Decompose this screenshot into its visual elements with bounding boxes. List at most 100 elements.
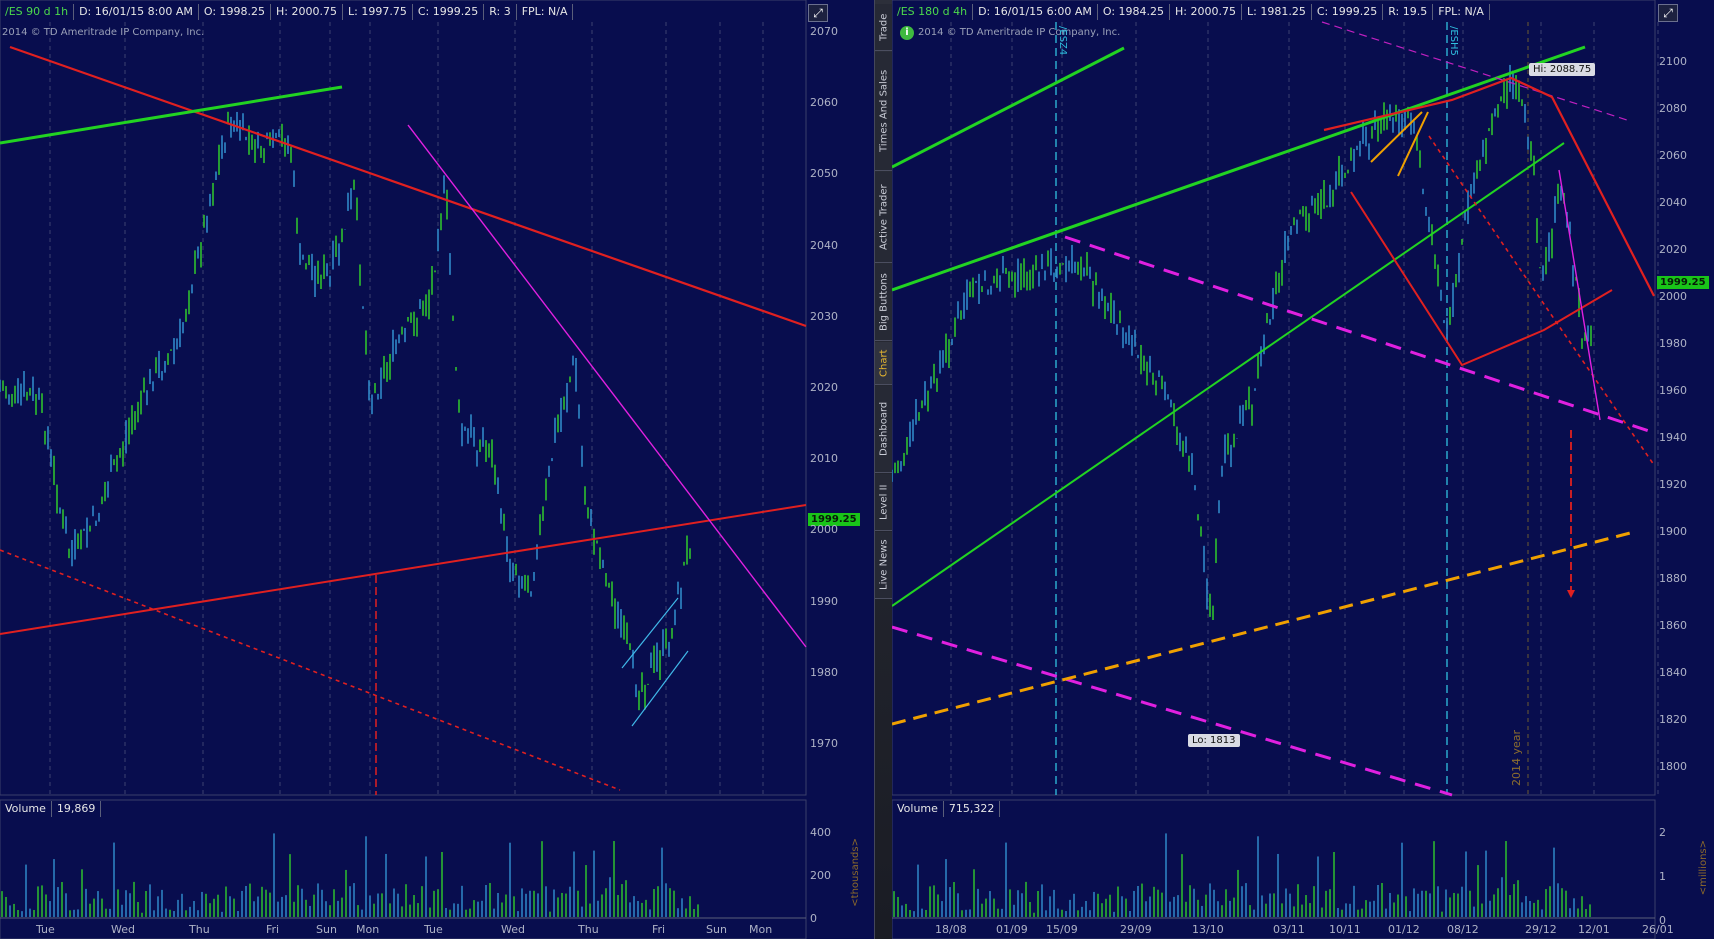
left-time-label-9: Fri bbox=[652, 923, 666, 936]
left-price-label-4: 2030 bbox=[810, 309, 838, 323]
right-range: R: 19.5 bbox=[1383, 4, 1434, 20]
right-volume-value: 715,322 bbox=[944, 801, 1001, 817]
right-price-label-14: 1820 bbox=[1659, 713, 1687, 726]
left-volume-level-0: 400 bbox=[810, 826, 831, 839]
magenta-line bbox=[407, 124, 807, 648]
left-time-label-8: Thu bbox=[578, 923, 599, 936]
tab-trade[interactable]: Trade bbox=[875, 4, 893, 51]
right-copyright: 2014 © TD Ameritrade IP Company, Inc. bbox=[918, 27, 1121, 38]
right-time-label-3: 29/09 bbox=[1120, 923, 1152, 936]
right-time-label-4: 13/10 bbox=[1192, 923, 1224, 936]
info-icon[interactable]: i bbox=[900, 26, 914, 40]
left-price-label-0: 2070 bbox=[810, 25, 838, 38]
green-channel-top bbox=[892, 46, 1125, 169]
side-tab-bar: Trade Times And Sales Active Trader Big … bbox=[874, 0, 894, 939]
left-volume-header: Volume 19,869 bbox=[0, 801, 102, 817]
left-time-label-6: Tue bbox=[424, 923, 443, 936]
left-price-label-9: 1980 bbox=[810, 665, 838, 679]
right-price-label-15: 1800 bbox=[1659, 760, 1687, 773]
left-time-label-7: Wed bbox=[501, 923, 525, 936]
right-price-label-4: 2020 bbox=[1659, 243, 1687, 256]
right-volume-level-1: 1 bbox=[1659, 870, 1666, 883]
left-symbol[interactable]: /ES 90 d 1h bbox=[0, 4, 75, 20]
tab-active-trader[interactable]: Active Trader bbox=[875, 172, 893, 263]
right-candles bbox=[892, 64, 1592, 620]
left-grid-lines bbox=[49, 22, 764, 795]
tab-times-and-sales[interactable]: Times And Sales bbox=[875, 52, 893, 171]
left-price-chart[interactable] bbox=[0, 0, 874, 939]
right-chart-settings-icon[interactable]: ⤢ bbox=[1658, 4, 1678, 22]
left-price-label-7: 2000 bbox=[810, 523, 838, 537]
esz4-label: /ESZ4 bbox=[1057, 26, 1068, 56]
red-dotted-line bbox=[0, 549, 621, 791]
right-info-bar: /ES 180 d 4h D: 16/01/15 6:00 AM O: 1984… bbox=[892, 3, 1490, 21]
right-price-label-6: 1980 bbox=[1659, 337, 1687, 350]
left-low: L: 1997.75 bbox=[343, 4, 413, 20]
right-volume-level-2: 0 bbox=[1659, 914, 1666, 927]
right-time-label-9: 29/12 bbox=[1525, 923, 1557, 936]
left-price-label-3: 2040 bbox=[810, 238, 838, 252]
left-price-label-5: 2020 bbox=[810, 381, 838, 394]
esh5-label: /ESH5 bbox=[1448, 26, 1459, 56]
tab-big-buttons[interactable]: Big Buttons bbox=[875, 264, 893, 341]
right-time-label-2: 15/09 bbox=[1046, 923, 1078, 936]
low-callout: Lo: 1813 bbox=[1188, 734, 1240, 747]
tab-level-ii[interactable]: Level II bbox=[875, 474, 893, 531]
right-open: O: 1984.25 bbox=[1098, 4, 1171, 20]
left-chart-settings-icon[interactable]: ⤢ bbox=[808, 4, 828, 22]
left-price-label-8: 1990 bbox=[810, 594, 838, 608]
left-volume-unit: <thousands> bbox=[850, 838, 861, 907]
left-price-label-2: 2050 bbox=[810, 167, 838, 181]
left-time-label-1: Wed bbox=[111, 923, 135, 936]
tab-live-news[interactable]: Live News bbox=[875, 532, 893, 599]
right-price-label-3: 2040 bbox=[1659, 196, 1687, 209]
left-candles bbox=[0, 111, 691, 711]
left-time-label-2: Thu bbox=[189, 923, 210, 936]
left-open: O: 1998.25 bbox=[199, 4, 272, 20]
left-trendlines bbox=[0, 45, 807, 795]
right-price-label-10: 1900 bbox=[1659, 525, 1687, 538]
high-callout: Hi: 2088.75 bbox=[1529, 63, 1596, 76]
left-time-label-10: Sun bbox=[706, 923, 727, 936]
left-price-label-1: 2060 bbox=[810, 96, 838, 110]
magenta-upper-dashed bbox=[1064, 235, 1656, 435]
red-resistance-line bbox=[9, 45, 807, 328]
left-volume-label: Volume bbox=[0, 801, 52, 817]
right-price-label-11: 1880 bbox=[1659, 572, 1687, 585]
right-price-chart[interactable] bbox=[892, 0, 1714, 939]
right-time-label-8: 08/12 bbox=[1447, 923, 1479, 936]
right-time-label-11: 26/01 bbox=[1642, 923, 1674, 936]
right-chart-panel[interactable]: /ES 180 d 4h D: 16/01/15 6:00 AM O: 1984… bbox=[892, 0, 1714, 939]
right-symbol[interactable]: /ES 180 d 4h bbox=[892, 4, 974, 20]
left-time-label-5: Mon bbox=[356, 923, 380, 936]
right-volume-unit: <millions> bbox=[1698, 840, 1709, 896]
tab-dashboard[interactable]: Dashboard bbox=[875, 386, 893, 473]
right-volume-header: Volume 715,322 bbox=[892, 801, 1001, 817]
right-price-label-8: 1940 bbox=[1659, 431, 1687, 444]
left-chart-panel[interactable]: /ES 90 d 1h D: 16/01/15 8:00 AM O: 1998.… bbox=[0, 0, 874, 939]
left-time-label-4: Sun bbox=[316, 923, 337, 936]
right-last-price-tag: 1999.25 bbox=[1657, 276, 1709, 289]
tab-chart[interactable]: Chart bbox=[875, 342, 893, 385]
right-price-label-7: 1960 bbox=[1659, 384, 1687, 397]
green-resistance-line bbox=[0, 85, 343, 145]
right-price-label-12: 1860 bbox=[1659, 619, 1687, 632]
right-volume-label: Volume bbox=[892, 801, 944, 817]
left-copyright: 2014 © TD Ameritrade IP Company, Inc. bbox=[2, 27, 205, 38]
orange-dashed-line bbox=[892, 530, 1635, 726]
left-price-label-6: 2010 bbox=[810, 452, 838, 466]
right-low: L: 1981.25 bbox=[1242, 4, 1312, 20]
left-time-label-11: Mon bbox=[749, 923, 773, 936]
right-price-label-0: 2100 bbox=[1659, 55, 1687, 68]
right-date: D: 16/01/15 6:00 AM bbox=[973, 4, 1098, 20]
red-support-line bbox=[0, 504, 807, 635]
right-price-label-13: 1840 bbox=[1659, 666, 1687, 679]
right-time-label-0: 18/08 bbox=[935, 923, 967, 936]
right-high: H: 2000.75 bbox=[1170, 4, 1242, 20]
right-grid-lines bbox=[950, 22, 1659, 795]
left-time-label-3: Fri bbox=[266, 923, 280, 936]
right-time-label-6: 10/11 bbox=[1329, 923, 1361, 936]
left-volume-level-1: 200 bbox=[810, 869, 831, 882]
right-price-label-5: 2000 bbox=[1659, 290, 1687, 303]
left-fpl: FPL: N/A bbox=[517, 4, 574, 20]
